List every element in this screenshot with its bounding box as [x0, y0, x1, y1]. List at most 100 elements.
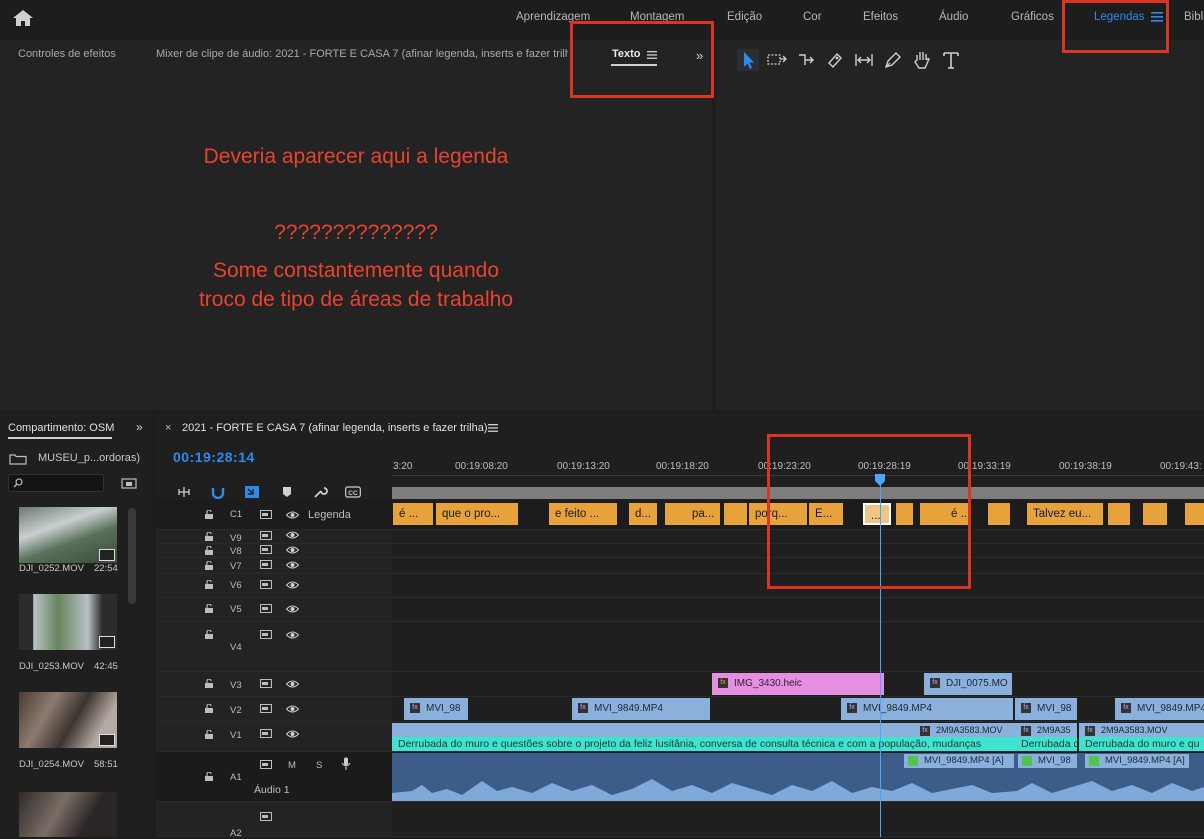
lock-icon[interactable] — [205, 532, 213, 541]
burned-subtitle-clip[interactable]: Derrubada do muro e qu — [1079, 737, 1204, 751]
caption-clip[interactable]: d... — [629, 503, 657, 525]
workspace-tab-graficos[interactable]: Gráficos — [1011, 11, 1054, 23]
caption-clip[interactable] — [988, 503, 1010, 525]
folder-up-icon[interactable] — [9, 453, 27, 465]
caption-clip[interactable]: pa... — [686, 503, 720, 525]
burned-subtitle-clip[interactable]: Derrubada d — [1015, 737, 1077, 751]
type-tool-icon[interactable] — [940, 49, 962, 71]
lock-icon[interactable] — [205, 546, 213, 555]
bin-scrollbar[interactable] — [128, 508, 136, 604]
video-clip[interactable]: fx MVI_98 — [404, 698, 468, 720]
tab-audio-clip-mixer[interactable]: Mixer de clipe de áudio: 2021 - FORTE E … — [156, 48, 568, 60]
eye-icon[interactable] — [286, 705, 299, 713]
captions-cc-icon[interactable]: CC — [345, 485, 361, 499]
lock-icon[interactable] — [205, 772, 213, 781]
video-clip[interactable]: fx 2M9A3583.MOV — [1079, 723, 1204, 737]
workspace-tab-cor[interactable]: Cor — [803, 11, 822, 23]
eye-icon[interactable] — [286, 561, 299, 569]
caption-clip[interactable]: é ... — [393, 503, 433, 525]
caption-clip[interactable] — [1143, 503, 1167, 525]
razor-tool-icon[interactable] — [824, 49, 846, 71]
video-clip[interactable]: fx MVI_9849.MP4 — [841, 698, 1013, 720]
video-clip[interactable]: fx MVI_98 — [1015, 698, 1077, 720]
eye-icon[interactable] — [286, 546, 299, 554]
caption-clip[interactable] — [724, 503, 747, 525]
ripple-edit-tool-icon[interactable] — [795, 49, 817, 71]
eye-icon[interactable] — [286, 631, 299, 639]
snap-magnet-icon[interactable] — [210, 485, 226, 499]
workspace-tab-efeitos[interactable]: Efeitos — [863, 11, 898, 23]
bin-search-input[interactable] — [8, 474, 104, 492]
wrench-settings-icon[interactable] — [312, 485, 328, 499]
hand-tool-icon[interactable] — [911, 49, 933, 71]
clip-thumbnail[interactable] — [19, 692, 117, 748]
solo-button[interactable]: S — [316, 760, 322, 771]
lock-icon[interactable] — [205, 730, 213, 739]
video-clip[interactable]: fx DJI_0075.MO — [924, 673, 1012, 695]
slip-tool-icon[interactable] — [853, 49, 875, 71]
lock-icon[interactable] — [205, 630, 213, 639]
mute-button[interactable]: M — [288, 760, 296, 771]
eye-icon[interactable] — [286, 605, 299, 613]
sync-lock-icon[interactable] — [260, 531, 272, 540]
workspace-tab-bibliotecas[interactable]: Bibli — [1184, 11, 1204, 23]
lock-icon[interactable] — [205, 679, 213, 688]
video-clip[interactable]: fx MVI_9849.MP4 — [572, 698, 710, 720]
eye-icon[interactable] — [286, 680, 299, 688]
sync-lock-icon[interactable] — [260, 545, 272, 554]
sequence-menu-icon[interactable] — [488, 424, 498, 432]
insert-sequence-icon[interactable] — [176, 485, 192, 499]
caption-clip[interactable]: que o pro... — [436, 503, 518, 525]
linked-selection-icon[interactable] — [244, 485, 260, 499]
sync-lock-icon[interactable] — [260, 812, 272, 821]
eye-icon[interactable] — [286, 581, 299, 589]
new-bin-icon[interactable] — [121, 477, 137, 489]
sync-lock-icon[interactable] — [260, 679, 272, 688]
tab-effect-controls[interactable]: Controles de efeitos — [18, 48, 116, 60]
add-marker-icon[interactable] — [279, 485, 295, 499]
eye-icon[interactable] — [286, 730, 299, 738]
video-clip[interactable]: fx MVI_9849.MP4 — [1115, 698, 1204, 720]
burned-subtitle-clip[interactable]: Derrubada do muro e questões sobre o pro… — [392, 737, 1015, 751]
caption-clip[interactable]: Talvez eu... — [1027, 503, 1103, 525]
sync-lock-icon[interactable] — [260, 630, 272, 639]
workspace-tab-edicao[interactable]: Edição — [727, 11, 762, 23]
tab-bin[interactable]: Compartimento: OSM — [8, 422, 114, 434]
eye-icon[interactable] — [286, 511, 299, 519]
sequence-tab[interactable]: 2021 - FORTE E CASA 7 (afinar legenda, i… — [182, 422, 488, 434]
sync-lock-icon[interactable] — [260, 580, 272, 589]
track-select-tool-icon[interactable] — [766, 49, 788, 71]
sync-lock-icon[interactable] — [260, 604, 272, 613]
home-icon[interactable] — [12, 9, 34, 27]
video-clip[interactable]: fx 2M9A3583.MOV — [392, 723, 1015, 737]
sync-lock-icon[interactable] — [260, 560, 272, 569]
workspace-tab-audio[interactable]: Áudio — [939, 11, 968, 23]
close-sequence-icon[interactable]: × — [165, 422, 171, 434]
lock-icon[interactable] — [205, 604, 213, 613]
sync-lock-icon[interactable] — [260, 760, 272, 769]
audio-clip-label[interactable]: MVI_9849.MP4 [A] — [1085, 754, 1189, 768]
audio-clip-label[interactable]: MVI_98 — [1018, 754, 1077, 768]
selection-tool-icon[interactable] — [737, 49, 759, 71]
caption-clip[interactable] — [1108, 503, 1130, 525]
audio-clip-label[interactable]: MVI_9849.MP4 [A] — [904, 754, 1014, 768]
clip-thumbnail[interactable] — [19, 792, 117, 837]
caption-clip[interactable]: e feito ... — [549, 503, 617, 525]
eye-icon[interactable] — [286, 531, 299, 539]
sync-lock-icon[interactable] — [260, 704, 272, 713]
pen-tool-icon[interactable] — [882, 49, 904, 71]
clip-thumbnail[interactable] — [19, 594, 117, 650]
video-clip[interactable]: fx 2M9A35 — [1015, 723, 1077, 737]
caption-clip[interactable] — [1185, 503, 1204, 525]
lock-icon[interactable] — [205, 580, 213, 589]
video-clip[interactable]: fx IMG_3430.heic — [712, 673, 884, 695]
microphone-icon[interactable] — [341, 757, 351, 771]
sync-lock-icon[interactable] — [260, 510, 272, 519]
lock-icon[interactable] — [205, 704, 213, 713]
lock-icon[interactable] — [205, 561, 213, 570]
panel-overflow-icon[interactable]: » — [136, 420, 143, 434]
playhead-timecode[interactable]: 00:19:28:14 — [173, 449, 255, 465]
sync-lock-icon[interactable] — [260, 729, 272, 738]
audio-clip[interactable] — [392, 753, 1204, 801]
lock-icon[interactable] — [205, 510, 213, 519]
